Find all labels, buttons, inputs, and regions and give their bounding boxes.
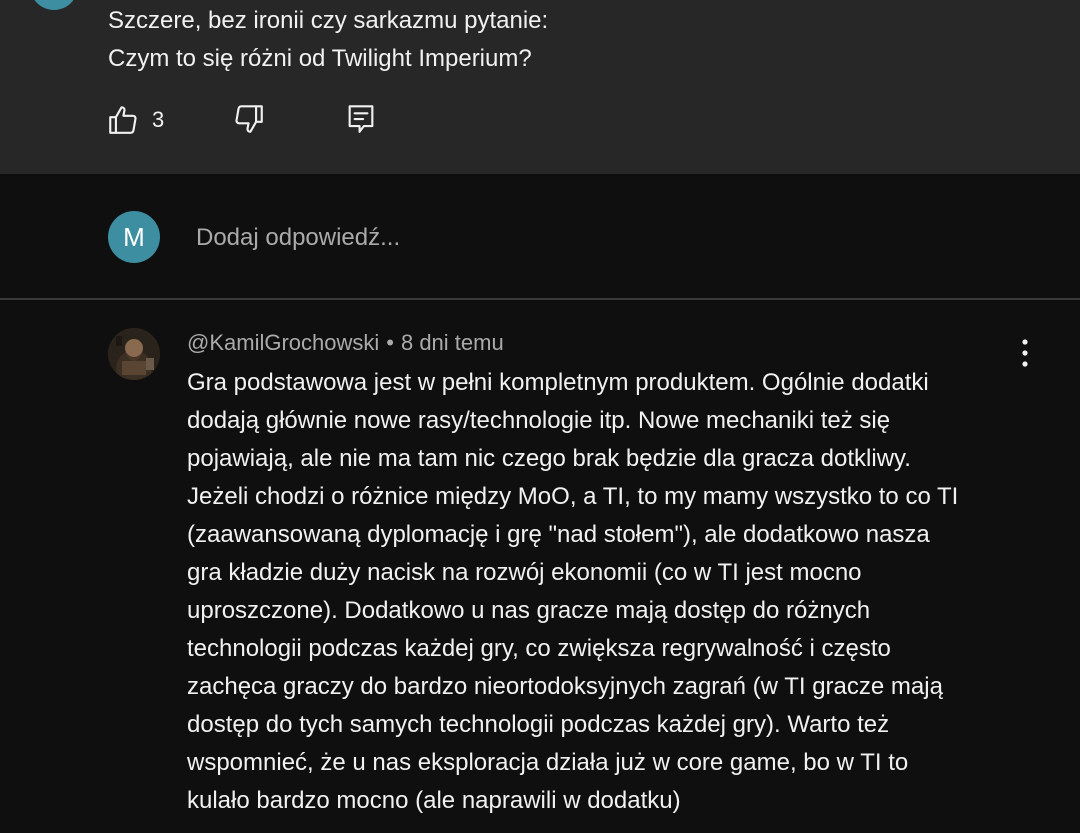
comment-actions: 3 <box>106 100 374 140</box>
like-count: 3 <box>152 107 165 132</box>
reply-composer: M <box>0 174 1080 299</box>
reply-comment: @KamilGrochowski • 8 dni temu Gra podstawo… <box>0 300 1080 833</box>
parent-comment-text: Szczere, bez ironii czy sarkazmu pytanie… <box>108 2 548 78</box>
reply-input[interactable] <box>196 218 996 258</box>
comment-line: (zaawansowaną dyplomację i grę "nad stoł… <box>187 521 930 548</box>
more-vertical-icon <box>1010 339 1040 374</box>
comment-line: gra kładzie duży nacisk na rozwój ekonom… <box>187 559 862 586</box>
comments-page: Szczere, bez ironii czy sarkazmu pytanie… <box>0 0 1080 833</box>
parent-comment-line: Szczere, bez ironii czy sarkazmu pytanie… <box>108 7 549 34</box>
user-avatar[interactable]: M <box>108 211 160 263</box>
comment-line: dostęp do tych samych technologii podcza… <box>187 711 890 738</box>
reply-icon <box>344 102 378 136</box>
parent-comment-line: Czym to się różni od Twilight Imperium? <box>108 45 532 72</box>
thumbs-down-icon <box>232 102 266 136</box>
comment-line: wspomnieć, że u nas eksploracja działa j… <box>187 749 909 776</box>
meta-separator: • <box>386 330 394 355</box>
comment-line: kulało bardzo mocno (ale naprawili w dod… <box>187 787 681 814</box>
comment-meta: @KamilGrochowski • 8 dni temu <box>187 330 504 356</box>
comment-line: dodają głównie nowe rasy/technologie itp… <box>187 407 891 434</box>
comment-line: Gra podstawowa jest w pełni kompletnym p… <box>187 369 929 396</box>
parent-comment: Szczere, bez ironii czy sarkazmu pytanie… <box>0 0 1080 174</box>
parent-avatar[interactable] <box>30 0 78 10</box>
comment-line: uproszczone). Dodatkowo u nas gracze maj… <box>187 597 871 624</box>
reply-button[interactable] <box>344 102 378 136</box>
comment-line: technologii podczas każdej gry, co zwięk… <box>187 635 891 662</box>
comment-author[interactable]: @KamilGrochowski <box>187 330 379 355</box>
author-avatar[interactable] <box>108 328 160 380</box>
like-button[interactable]: 3 <box>106 103 164 137</box>
comment-text: Gra podstawowa jest w pełni kompletnym p… <box>187 364 1027 820</box>
comment-line: Jeżeli chodzi o różnice między MoO, a TI… <box>187 483 959 510</box>
dislike-button[interactable] <box>232 102 266 136</box>
thumbs-up-icon <box>106 103 140 137</box>
comment-time[interactable]: 8 dni temu <box>401 330 504 355</box>
comment-menu-button[interactable] <box>1010 338 1040 370</box>
comment-line: pojawiają, ale nie ma tam nic czego brak… <box>187 445 911 472</box>
comment-line: zachęca graczy do bardzo nieortodoksyjny… <box>187 673 943 700</box>
